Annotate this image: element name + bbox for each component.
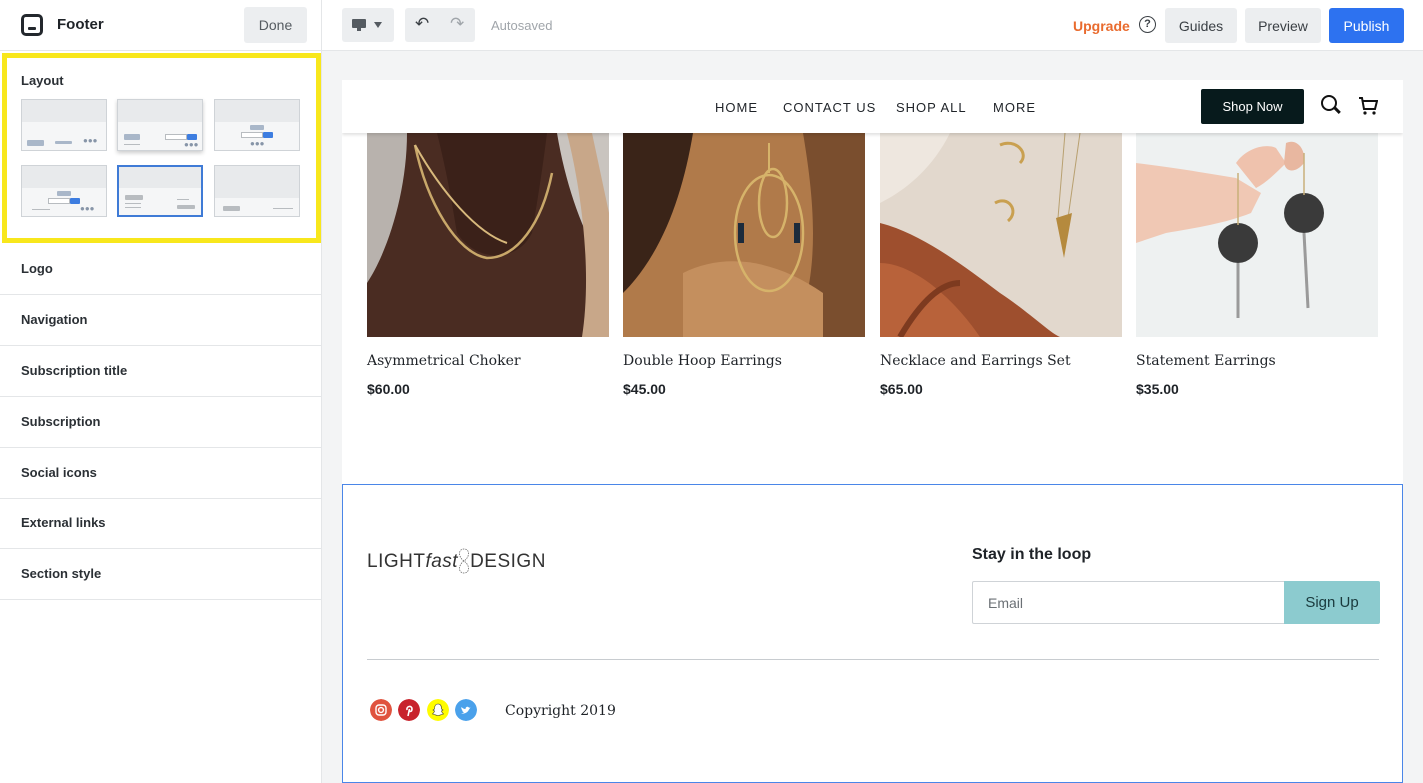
product-image-choker[interactable] (367, 133, 609, 337)
site-header: HOME CONTACT US SHOP ALL MORE Shop Now (342, 80, 1403, 133)
thumb-header (22, 100, 106, 122)
thumb-header (22, 166, 106, 188)
thumb-button (263, 132, 273, 138)
thumb-title (177, 199, 189, 200)
logo-loop-icon (459, 548, 469, 574)
thumb-social-dots: ●●● (80, 204, 95, 213)
sidebar-divider (321, 0, 322, 783)
product-image-double-hoop[interactable] (623, 133, 865, 337)
undo-icon[interactable]: ↶ (415, 14, 429, 34)
sidebar-item-logo[interactable]: Logo (0, 244, 321, 295)
layout-title: Layout (21, 73, 64, 88)
site-footer-selected[interactable]: LIGHTfast DESIGN Stay in the loop Sign Up (342, 484, 1403, 783)
footer-logo[interactable]: LIGHTfast DESIGN (367, 547, 546, 575)
thumb-nav (273, 208, 293, 209)
twitter-icon[interactable] (455, 699, 477, 721)
pinterest-icon[interactable] (398, 699, 420, 721)
thumb-input (241, 132, 263, 138)
email-field[interactable] (972, 581, 1284, 624)
guides-button[interactable]: Guides (1165, 8, 1237, 43)
publish-button[interactable]: Publish (1329, 8, 1404, 43)
nav-link-shop-all[interactable]: SHOP ALL (896, 100, 967, 115)
autosave-status: Autosaved (491, 18, 553, 33)
caret-down-icon (374, 22, 382, 28)
layout-option-4[interactable]: ●●● (21, 165, 107, 217)
product-price: $60.00 (367, 381, 410, 397)
footer-settings-panel: Layout ●●● ●●● ●●● ●●● Logo Navigation S… (0, 51, 321, 783)
copyright-text: Copyright 2019 (505, 703, 616, 719)
subscription-title: Stay in the loop (972, 546, 1092, 563)
logo-text-design: DESIGN (470, 551, 546, 572)
product-image-necklace-set[interactable] (880, 133, 1122, 337)
thumb-button (70, 198, 80, 204)
product-name[interactable]: Necklace and Earrings Set (880, 353, 1071, 369)
panel-title: Footer (57, 16, 104, 33)
upgrade-link[interactable]: Upgrade (1073, 18, 1130, 34)
product-name[interactable]: Double Hoop Earrings (623, 353, 782, 369)
squarespace-logo-icon[interactable] (21, 14, 43, 36)
sidebar-item-subscription-title[interactable]: Subscription title (0, 346, 321, 397)
redo-icon[interactable]: ↷ (450, 14, 464, 34)
thumb-logo (27, 140, 44, 146)
layout-option-5-selected[interactable] (117, 165, 203, 217)
thumb-logo (125, 195, 143, 200)
thumb-logo (223, 206, 240, 211)
sidebar-item-subscription[interactable]: Subscription (0, 397, 321, 448)
thumb-logo (250, 125, 264, 130)
logo-text-light: LIGHT (367, 551, 426, 572)
product-name[interactable]: Statement Earrings (1136, 353, 1276, 369)
thumb-logo (57, 191, 71, 196)
search-icon[interactable] (1321, 95, 1337, 111)
thumb-header (215, 166, 299, 198)
product-price: $65.00 (880, 381, 923, 397)
instagram-icon[interactable] (370, 699, 392, 721)
thumb-nav-2 (125, 207, 141, 208)
thumb-nav (124, 144, 140, 145)
preview-button[interactable]: Preview (1245, 8, 1321, 43)
thumb-header (119, 167, 201, 188)
sign-up-button[interactable]: Sign Up (1284, 581, 1380, 624)
thumb-nav (32, 209, 50, 210)
thumb-social-dots: ●●● (83, 136, 98, 145)
sidebar-item-navigation[interactable]: Navigation (0, 295, 321, 346)
nav-link-home[interactable]: HOME (715, 100, 758, 115)
device-view-dropdown[interactable] (342, 8, 394, 42)
layout-option-2[interactable]: ●●● (117, 99, 203, 151)
site-preview-canvas: HOME CONTACT US SHOP ALL MORE Shop Now A… (342, 80, 1403, 783)
thumb-header (215, 100, 299, 122)
product-price: $35.00 (1136, 381, 1179, 397)
sidebar-item-social-icons[interactable]: Social icons (0, 448, 321, 499)
done-button[interactable]: Done (244, 7, 307, 43)
sidebar-item-external-links[interactable]: External links (0, 498, 321, 549)
logo-text-fast: fast (425, 551, 459, 572)
thumb-nav (55, 141, 72, 144)
product-image-statement-earrings[interactable] (1136, 133, 1378, 337)
editor-app: Footer Done ↶ ↷ Autosaved Upgrade ? Guid… (0, 0, 1423, 783)
snapchat-icon[interactable] (427, 699, 449, 721)
thumb-social-dots: ●●● (184, 140, 199, 149)
thumb-header (118, 100, 202, 122)
undo-redo-group: ↶ ↷ (405, 8, 475, 42)
product-price: $45.00 (623, 381, 666, 397)
layout-option-1[interactable]: ●●● (21, 99, 107, 151)
nav-link-more[interactable]: MORE (993, 100, 1036, 115)
thumb-logo (124, 134, 140, 140)
thumb-nav (125, 203, 141, 204)
layout-option-3[interactable]: ●●● (214, 99, 300, 151)
top-toolbar: Footer Done ↶ ↷ Autosaved Upgrade ? Guid… (0, 0, 1423, 51)
footer-divider (367, 659, 1379, 660)
help-icon[interactable]: ? (1139, 16, 1156, 33)
thumb-input (48, 198, 70, 204)
layout-section: Layout ●●● ●●● ●●● ●●● (2, 53, 321, 243)
desktop-icon (352, 19, 366, 31)
thumb-input (177, 205, 195, 209)
shop-now-button[interactable]: Shop Now (1201, 89, 1304, 124)
thumb-social-dots: ●●● (250, 139, 265, 148)
sidebar-item-section-style[interactable]: Section style (0, 549, 321, 600)
cart-icon[interactable] (1358, 96, 1378, 116)
nav-link-contact-us[interactable]: CONTACT US (783, 100, 876, 115)
layout-option-6[interactable] (214, 165, 300, 217)
product-name[interactable]: Asymmetrical Choker (367, 353, 521, 369)
